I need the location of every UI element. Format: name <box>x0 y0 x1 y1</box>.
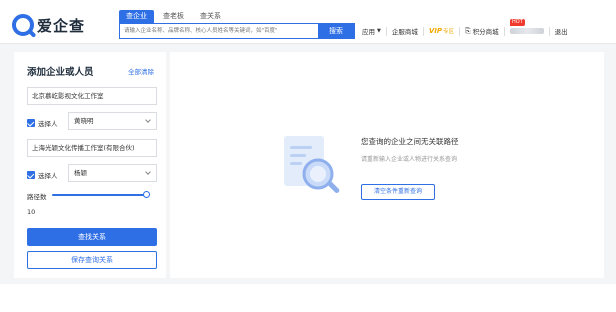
panel-title: 添加企业或人员 <box>27 67 94 78</box>
logo-icon <box>12 14 34 36</box>
nav-logout[interactable]: 退出 <box>555 26 568 36</box>
save-query-button[interactable]: 保存查询关系 <box>27 251 157 269</box>
entity-input-1[interactable]: 北京慕屹影视文化工作室 <box>27 87 157 105</box>
empty-state-title: 您查询的企业之间无关联路径 <box>361 137 459 146</box>
find-relation-button[interactable]: 查找关系 <box>27 228 157 246</box>
tab-relation[interactable]: 查关系 <box>193 10 228 23</box>
chevron-down-icon <box>145 117 151 123</box>
top-header: 爱企查 查企业 查老板 查关系 搜索 应用 ▼ 企服商城 VIP 专区 ⎘ 积分… <box>0 0 616 44</box>
search-box: 搜索 <box>119 23 355 39</box>
person-select-1[interactable]: 黄晓明 <box>68 112 157 130</box>
path-count-value: 10 <box>27 208 36 216</box>
divider <box>422 26 424 36</box>
tab-company[interactable]: 查企业 <box>119 10 154 23</box>
divider <box>548 26 550 36</box>
user-name-blurred[interactable] <box>509 28 544 34</box>
path-count-slider-track[interactable] <box>52 194 147 196</box>
select-person-checkbox-1[interactable]: 选择人 <box>27 118 58 128</box>
result-panel <box>170 52 604 278</box>
reset-query-button[interactable]: 清空条件重新查询 <box>361 184 435 200</box>
nav-vip-sub[interactable]: 专区 <box>443 27 454 35</box>
empty-search-illustration-icon <box>284 136 340 194</box>
hot-badge: HOT <box>510 19 525 26</box>
top-nav: 应用 ▼ 企服商城 VIP 专区 ⎘ 积分商城 退出 <box>362 26 568 36</box>
person-select-2[interactable]: 杨颖 <box>68 164 157 182</box>
search-input[interactable] <box>120 24 318 38</box>
clear-all-link[interactable]: 全部清除 <box>128 66 154 76</box>
entity-input-2[interactable]: 上海光颖文化传播工作室(有限合伙) <box>27 139 157 157</box>
logo-text: 爱企查 <box>37 16 86 35</box>
checkbox-checked-icon <box>27 119 35 127</box>
nav-enterprise-mall[interactable]: 企服商城 <box>392 26 418 36</box>
person-select-value: 黄晓明 <box>74 117 94 125</box>
select-person-checkbox-2[interactable]: 选择人 <box>27 170 58 180</box>
empty-state-subtitle: 请重新输入企业或人物进行关系查询 <box>361 156 458 163</box>
logo[interactable]: 爱企查 <box>12 14 85 36</box>
search-type-tabs: 查企业 查老板 查关系 <box>119 10 228 23</box>
checkbox-checked-icon <box>27 171 35 179</box>
path-count-slider-handle[interactable] <box>143 191 150 198</box>
tab-boss[interactable]: 查老板 <box>156 10 191 23</box>
select-person-label: 选择人 <box>38 172 58 180</box>
divider <box>459 26 461 36</box>
nav-points-mall[interactable]: 积分商城 <box>473 26 499 36</box>
gift-icon: ⎘ <box>465 26 471 35</box>
chevron-down-icon <box>145 169 151 175</box>
path-count-label: 路径数 <box>27 193 47 201</box>
nav-vip[interactable]: VIP <box>429 27 442 35</box>
chevron-down-icon: ▼ <box>377 28 381 34</box>
search-button[interactable]: 搜索 <box>318 24 354 38</box>
person-select-value: 杨颖 <box>74 169 87 177</box>
divider <box>503 26 505 36</box>
select-person-label: 选择人 <box>38 120 58 128</box>
divider <box>385 26 387 36</box>
nav-app[interactable]: 应用 <box>362 26 375 36</box>
